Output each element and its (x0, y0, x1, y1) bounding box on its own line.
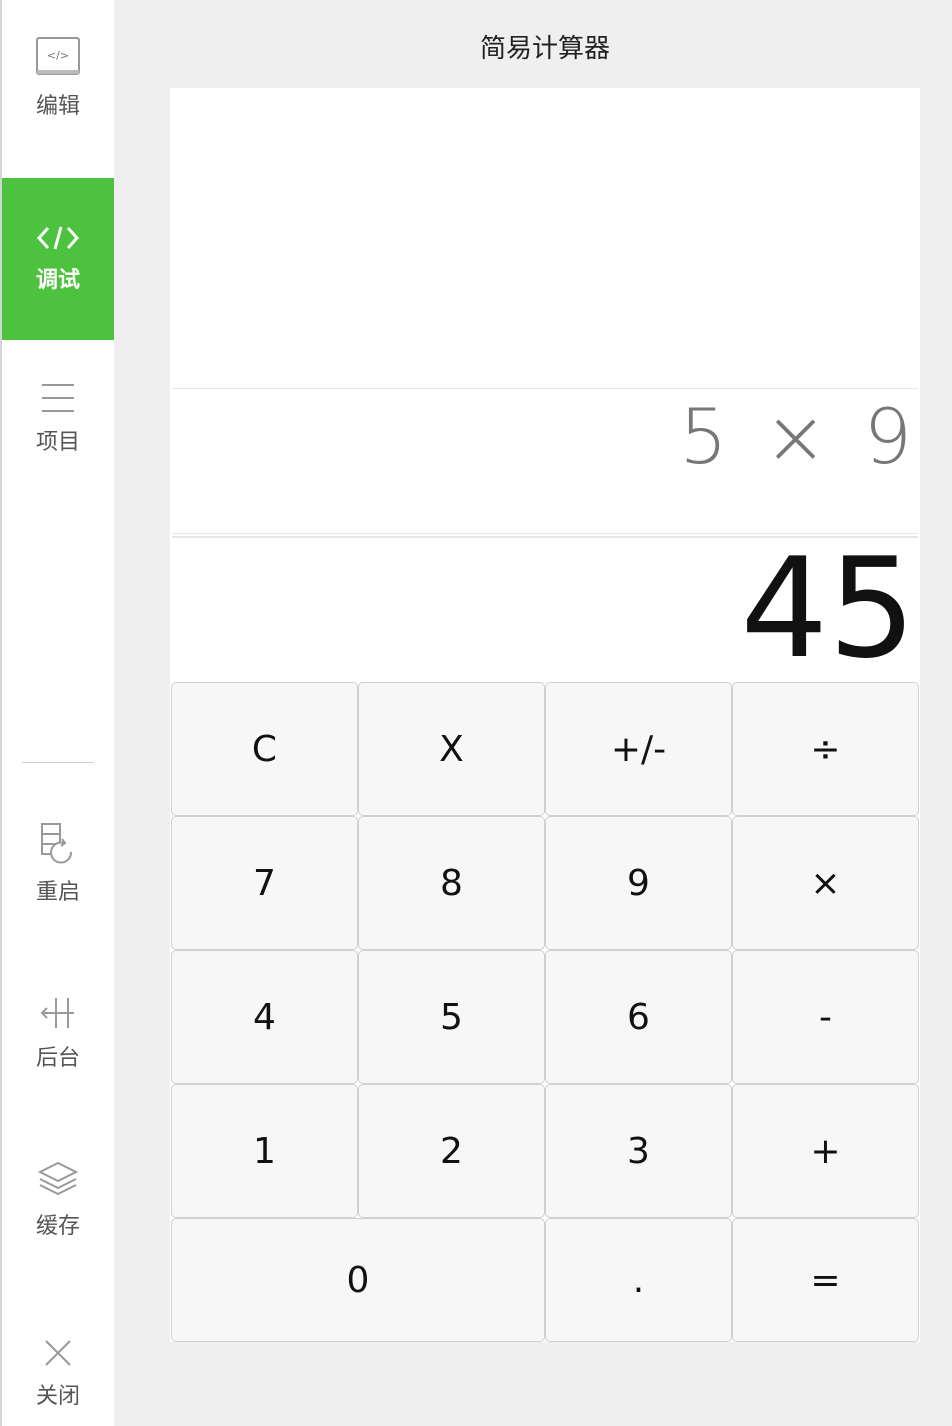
result-display: 45 (172, 528, 918, 689)
restart-icon (41, 823, 73, 864)
sidebar-item-label: 缓存 (35, 1214, 80, 1239)
digit-7-button[interactable]: 7 (171, 816, 358, 950)
sign-toggle-button[interactable]: +/- (545, 682, 732, 816)
calculator-app: 简易计算器 5 × 9 45 C X +/- ÷ 7 8 9 × 4 5 6 -… (170, 4, 920, 1342)
sidebar-divider (22, 762, 94, 763)
close-icon (45, 1340, 71, 1366)
sidebar-item-restart[interactable]: 重启 (2, 822, 114, 906)
digit-6-button[interactable]: 6 (545, 950, 732, 1084)
keypad: C X +/- ÷ 7 8 9 × 4 5 6 - 1 2 3 + 0 . = (170, 682, 920, 1342)
code-icon (36, 226, 80, 250)
minus-button[interactable]: - (732, 950, 919, 1084)
expression-display: 5 × 9 (172, 388, 918, 534)
split-icon (40, 998, 74, 1028)
sidebar-item-label: 调试 (35, 268, 80, 293)
digit-5-button[interactable]: 5 (358, 950, 545, 1084)
backspace-button[interactable]: X (358, 682, 545, 816)
sidebar: </> 编辑 调试 项目 重启 后台 缓存 关闭 (0, 0, 114, 1426)
sidebar-item-project[interactable]: 项目 (2, 382, 114, 456)
decimal-point-button[interactable]: . (545, 1218, 732, 1342)
sidebar-item-label: 项目 (35, 430, 80, 455)
digit-9-button[interactable]: 9 (545, 816, 732, 950)
digit-8-button[interactable]: 8 (358, 816, 545, 950)
sidebar-item-label: 关闭 (35, 1384, 80, 1409)
divide-button[interactable]: ÷ (732, 682, 919, 816)
clear-button[interactable]: C (171, 682, 358, 816)
digit-0-button[interactable]: 0 (171, 1218, 545, 1342)
sidebar-item-label: 后台 (35, 1046, 80, 1071)
sidebar-item-close[interactable]: 关闭 (2, 1338, 114, 1410)
multiply-button[interactable]: × (732, 816, 919, 950)
sidebar-item-edit[interactable]: </> 编辑 (2, 36, 114, 120)
digit-4-button[interactable]: 4 (171, 950, 358, 1084)
sidebar-item-label: 编辑 (35, 94, 80, 119)
sidebar-item-label: 重启 (35, 880, 80, 905)
result-text: 45 (740, 528, 916, 689)
layers-icon (37, 1161, 79, 1196)
expression-text: 5 × 9 (679, 392, 918, 481)
page-title: 简易计算器 (170, 4, 920, 88)
sidebar-item-debug[interactable]: 调试 (2, 178, 114, 340)
digit-1-button[interactable]: 1 (171, 1084, 358, 1218)
svg-text:</>: </> (47, 49, 69, 62)
sidebar-item-background[interactable]: 后台 (2, 996, 114, 1072)
plus-button[interactable]: + (732, 1084, 919, 1218)
equals-button[interactable]: = (732, 1218, 919, 1342)
sidebar-item-cache[interactable]: 缓存 (2, 1160, 114, 1240)
menu-lines-icon (42, 384, 74, 412)
digit-2-button[interactable]: 2 (358, 1084, 545, 1218)
digit-3-button[interactable]: 3 (545, 1084, 732, 1218)
code-window-icon: </> (36, 37, 80, 75)
